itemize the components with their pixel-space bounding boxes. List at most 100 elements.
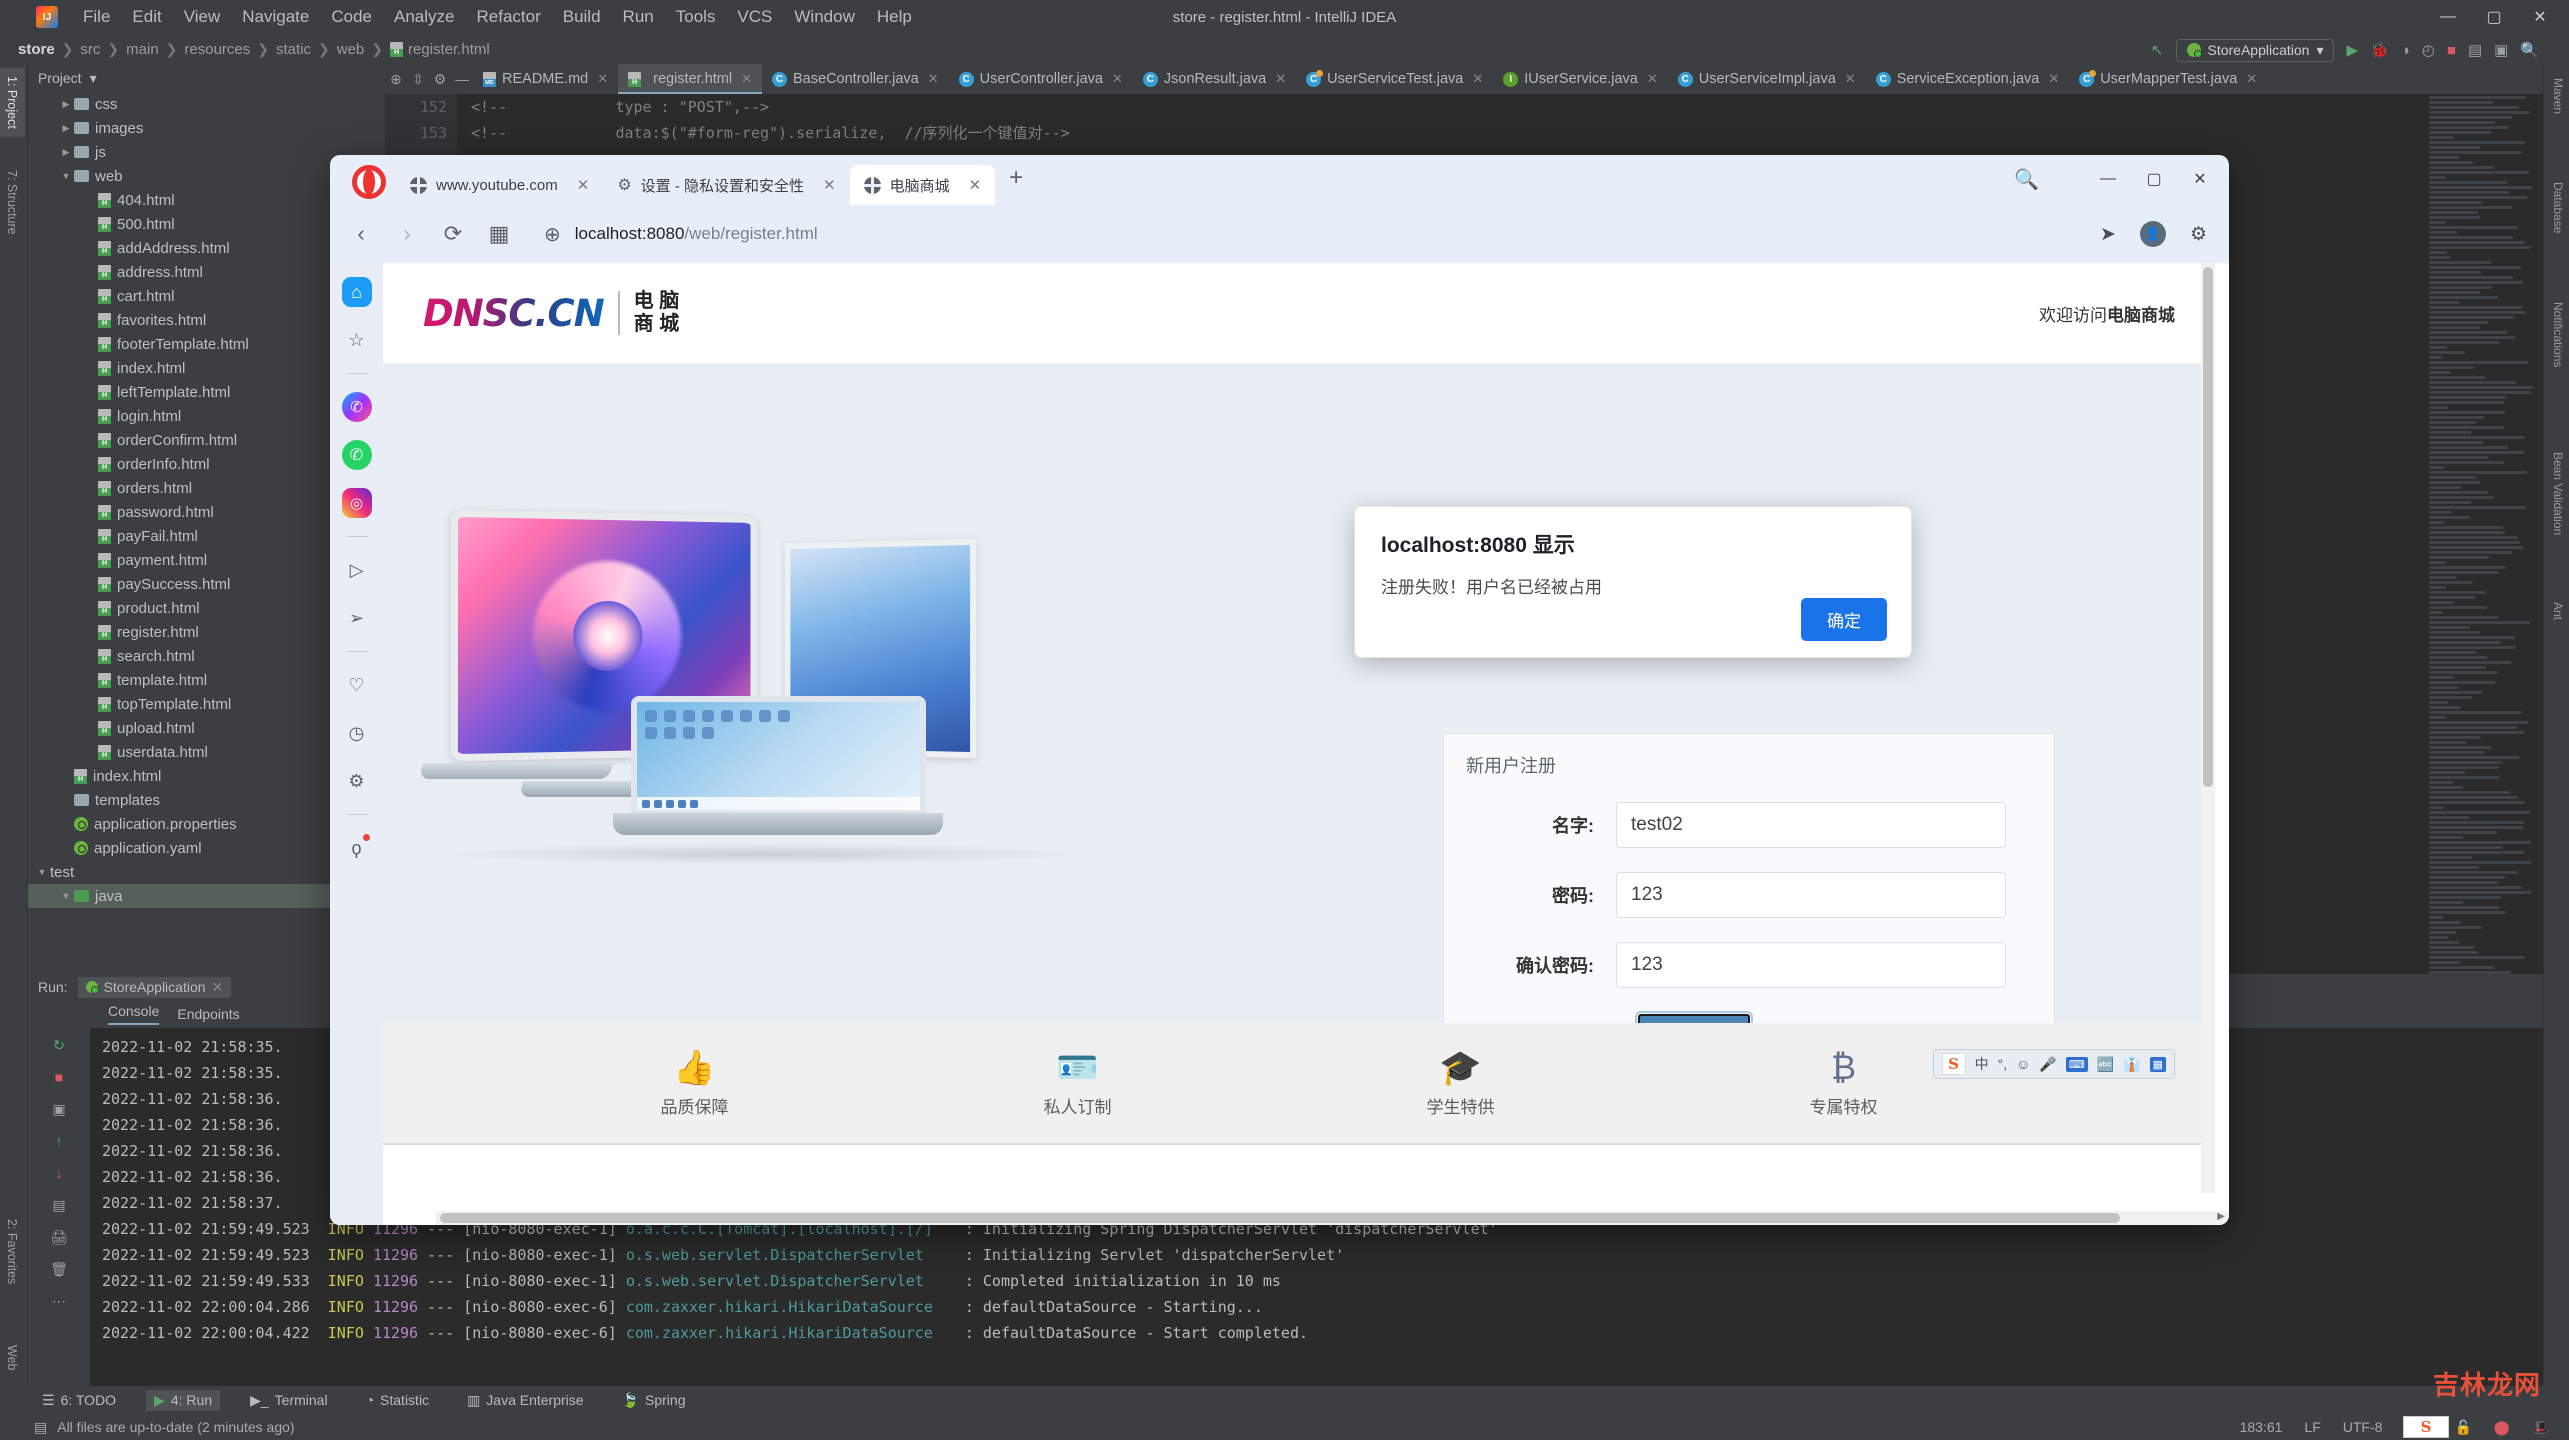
menu-run[interactable]: Run [612,3,665,31]
avatar[interactable]: 👤 [2140,221,2166,247]
search-everywhere-icon[interactable]: 🔍 [2520,41,2539,59]
breadcrumb-src[interactable]: src [80,41,100,58]
reload-button[interactable]: ⟳ [438,221,468,247]
hide-icon[interactable]: — [451,64,473,94]
close-icon[interactable]: ✕ [2048,71,2059,87]
project-structure-icon[interactable]: ▤ [2468,41,2482,59]
run-configuration-selector[interactable]: StoreApplication ▾ [2176,39,2335,62]
profiler-icon[interactable]: ◴ [2422,41,2435,59]
tree-expand-arrow-icon[interactable]: ▼ [34,867,50,877]
close-icon[interactable]: ✕ [1647,71,1658,87]
tree-expand-arrow-icon[interactable]: ▼ [58,171,74,181]
trash-icon[interactable]: 🗑 [47,1258,71,1280]
ide-maximize-button[interactable]: ▢ [2471,0,2517,34]
sidebar-item-web[interactable]: Web [0,1337,25,1378]
editor-tab[interactable]: C UserController.java ✕ [949,64,1133,94]
send-icon[interactable]: ➤ [2100,223,2116,246]
menu-view[interactable]: View [173,3,232,31]
breadcrumb-register-html[interactable]: register.html [408,41,490,58]
stop-button-icon[interactable]: ■ [2447,42,2456,59]
editor-tab[interactable]: C BaseController.java ✕ [762,64,949,94]
menu-edit[interactable]: Edit [121,3,172,31]
line-separator[interactable]: LF [2304,1419,2320,1435]
more-icon[interactable]: ⋯ [47,1290,71,1312]
editor-tab[interactable]: README.md ✕ [473,64,618,94]
close-icon[interactable]: ✕ [823,176,836,194]
ide-close-button[interactable]: ✕ [2517,0,2563,34]
caret-position[interactable]: 183:61 [2240,1419,2283,1435]
speed-dial-button[interactable]: ▦ [484,221,514,247]
target-icon[interactable]: ⊕ [385,64,407,94]
back-arrow-icon[interactable]: ↖ [2151,41,2164,59]
editor-tab[interactable]: C UserServiceImpl.java ✕ [1668,64,1866,94]
sidebar-item-project[interactable]: 1: Project [0,68,25,137]
sidebar-item-favorites[interactable]: 2: Favorites [0,1211,25,1292]
menu-tools[interactable]: Tools [665,3,727,31]
browser-maximize-button[interactable]: ▢ [2133,161,2175,197]
close-icon[interactable]: ✕ [597,71,608,87]
camera-icon[interactable]: ▣ [47,1098,71,1120]
sidebar-item-ant[interactable]: Ant [2546,594,2569,628]
forward-button[interactable]: › [392,221,422,247]
taskbar-ime-indicator[interactable]: S [2403,1416,2449,1438]
tool-spring[interactable]: 🍃 Spring [614,1390,694,1411]
tree-expand-arrow-icon[interactable]: ▼ [58,891,74,901]
tree-node[interactable]: ▶ images [28,116,385,140]
close-icon[interactable]: ✕ [928,71,939,87]
tree-node[interactable]: ▶ css [28,92,385,116]
menu-navigate[interactable]: Navigate [231,3,320,31]
tool-java-enterprise[interactable]: ▥ Java Enterprise [459,1390,592,1411]
tool-terminal[interactable]: ▶_ Terminal [242,1390,335,1411]
preview-icon[interactable]: ▣ [2494,41,2508,59]
sidebar-item-notifications[interactable]: Notifications [2546,294,2569,375]
breadcrumb-web[interactable]: web [337,41,365,58]
breadcrumb-main[interactable]: main [126,41,159,58]
menu-help[interactable]: Help [866,3,923,31]
editor-tab[interactable]: I IUserService.java ✕ [1493,64,1668,94]
sidebar-item-maven[interactable]: Maven [2546,70,2569,122]
browser-search-icon[interactable]: 🔍 [2014,167,2039,192]
ide-minimize-button[interactable]: — [2425,0,2471,34]
close-icon[interactable]: ✕ [2246,71,2257,87]
sort-icon[interactable]: ⇳ [407,64,429,94]
run-with-coverage-icon[interactable]: ◑ [2401,42,2410,59]
tool-todo[interactable]: ☰ 6: TODO [34,1390,124,1411]
chevron-down-icon[interactable]: ▾ [90,70,97,87]
lock-icon[interactable]: 🔓 [2454,1419,2471,1436]
close-icon[interactable]: ✕ [741,71,752,87]
menu-window[interactable]: Window [783,3,865,31]
menu-vcs[interactable]: VCS [726,3,783,31]
close-icon[interactable]: ✕ [1275,71,1286,87]
up-arrow-icon[interactable]: ↑ [47,1130,71,1152]
close-icon[interactable]: ✕ [1472,71,1483,87]
close-icon[interactable]: ✕ [969,176,982,194]
menu-refactor[interactable]: Refactor [465,3,551,31]
editor-tab[interactable]: C UserServiceTest.java ✕ [1296,64,1493,94]
tab-endpoints[interactable]: Endpoints [177,1006,239,1022]
dialog-confirm-button[interactable]: 确定 [1801,598,1887,641]
editor-tab[interactable]: register.html ✕ [618,64,762,94]
breadcrumb-static[interactable]: static [276,41,311,58]
editor-tab[interactable]: C ServiceException.java ✕ [1866,64,2070,94]
tab-console[interactable]: Console [108,1003,159,1025]
tree-expand-arrow-icon[interactable]: ▶ [58,123,74,134]
hector-icon[interactable]: 🎩 [2532,1419,2549,1436]
browser-close-button[interactable]: ✕ [2179,161,2221,197]
menu-file[interactable]: File [72,3,121,31]
browser-minimize-button[interactable]: — [2087,161,2129,197]
browser-tab-settings[interactable]: ⚙ 设置 - 隐私设置和安全性 ✕ [603,165,849,205]
run-tab-storeapplication[interactable]: StoreApplication ✕ [78,977,232,998]
sidebar-item-structure[interactable]: 7: Structure [0,162,25,243]
breadcrumb-resources[interactable]: resources [184,41,250,58]
browser-tab-youtube[interactable]: www.youtube.com ✕ [396,165,603,205]
stop-icon[interactable]: ■ [47,1066,71,1088]
back-button[interactable]: ‹ [346,221,376,247]
browser-tab-shop[interactable]: 电脑商城 ✕ [850,165,996,205]
rerun-icon[interactable]: ↻ [47,1034,71,1056]
sidebar-item-database[interactable]: Database [2546,174,2569,241]
tool-statistic[interactable]: ◔ Statistic [358,1390,437,1410]
tree-expand-arrow-icon[interactable]: ▶ [58,99,74,110]
file-encoding[interactable]: UTF-8 [2343,1419,2383,1435]
run-button-icon[interactable]: ▶ [2346,41,2358,59]
inspection-icon[interactable]: ⬤ [2494,1419,2510,1436]
